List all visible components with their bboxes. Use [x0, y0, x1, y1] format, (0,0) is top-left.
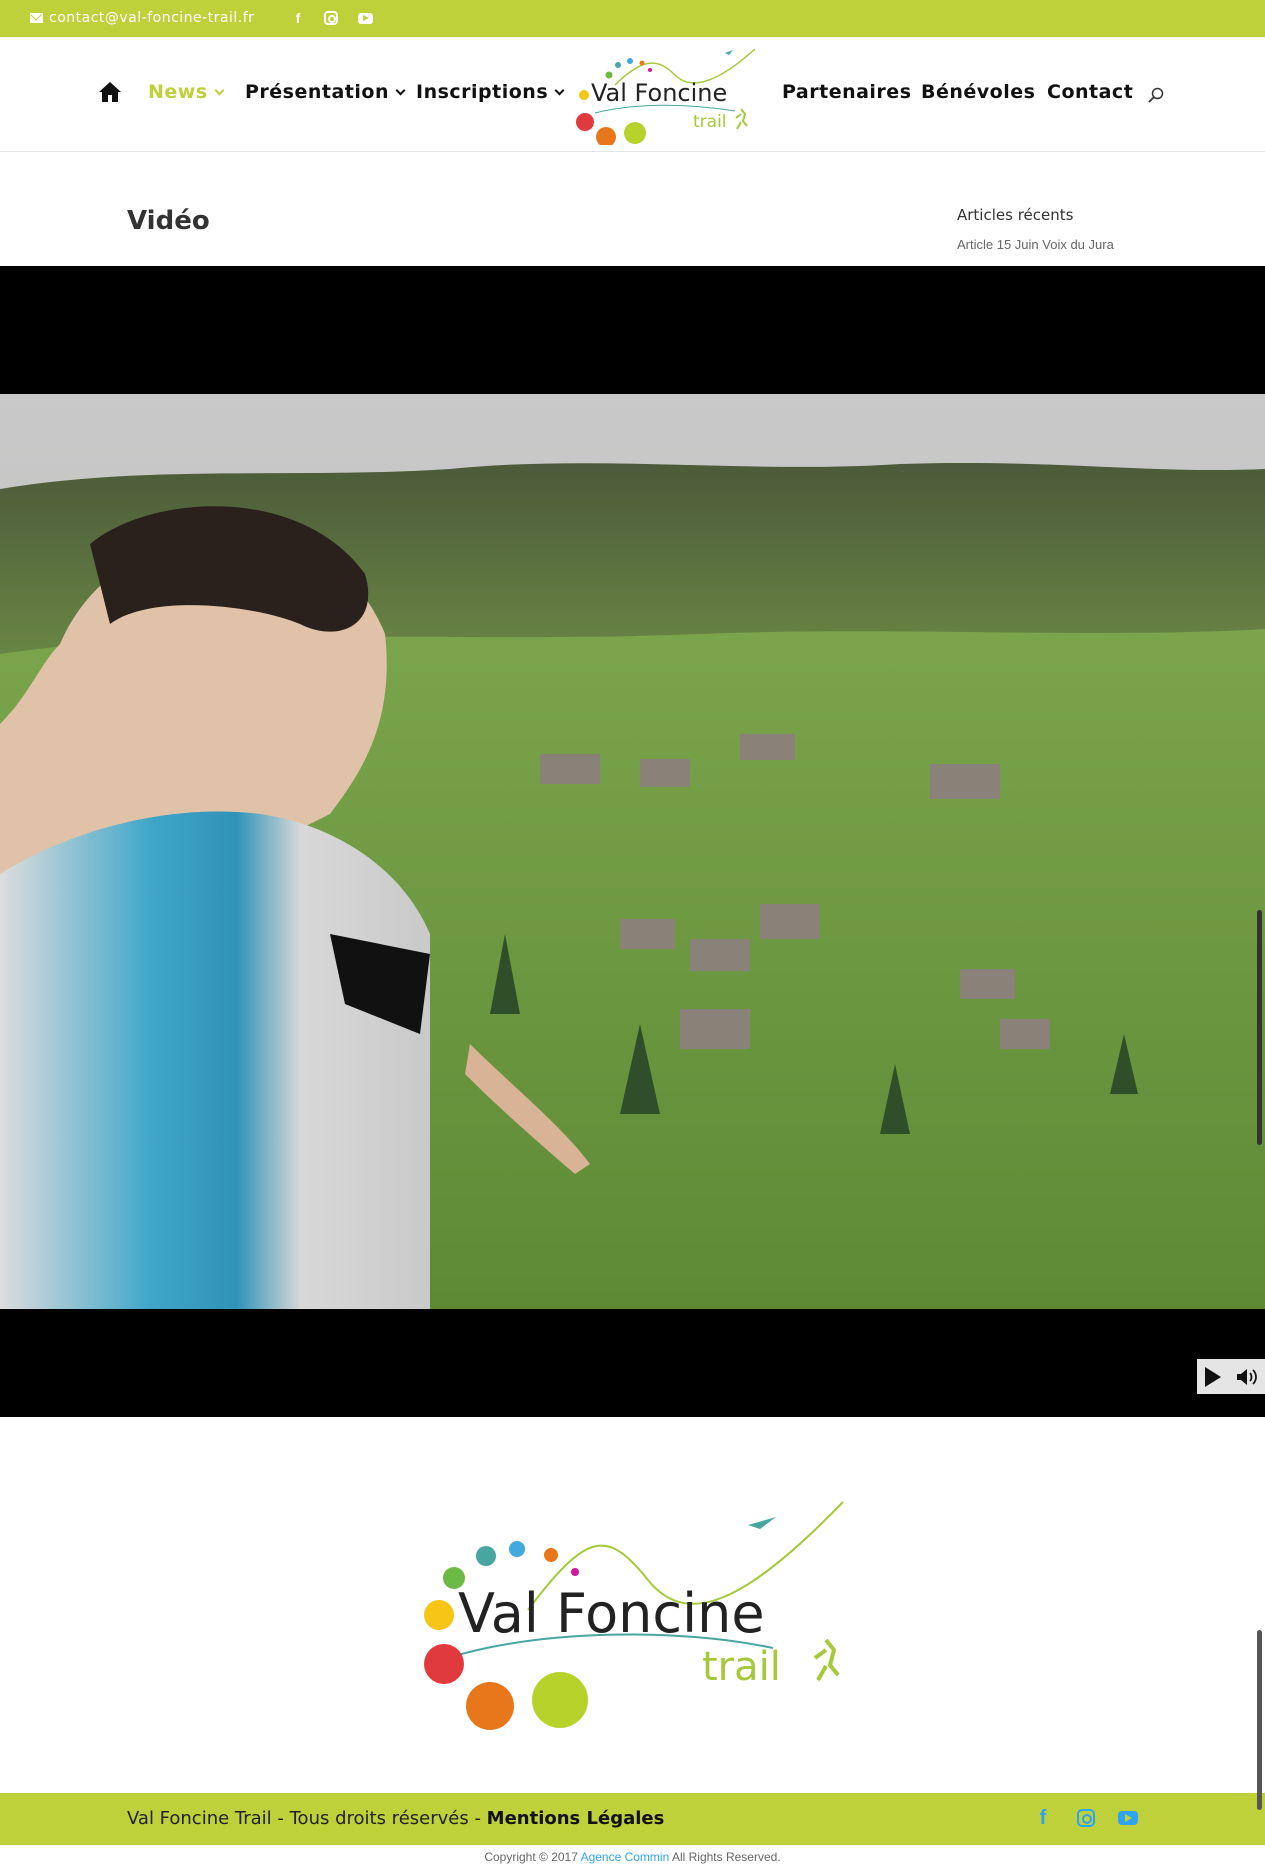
search-icon[interactable] [1148, 87, 1164, 103]
contact-email-link[interactable]: contact@val-foncine-trail.fr [30, 10, 254, 26]
top-bar: contact@val-foncine-trail.fr f [0, 0, 1265, 37]
nav-item-contact[interactable]: Contact [1047, 81, 1133, 103]
site-logo[interactable]: Val Foncine trail [575, 45, 755, 145]
nav-item-inscriptions[interactable]: Inscriptions [416, 81, 565, 103]
nav-item-benevoles[interactable]: Bénévoles [921, 81, 1035, 103]
footer-logo-subtext: trail [702, 1644, 781, 1690]
page-title: Vidéo [127, 206, 210, 236]
logo-subtext: trail [693, 112, 727, 132]
logo-text: Val Foncine [591, 79, 727, 107]
play-icon[interactable] [1204, 1366, 1221, 1387]
footer-bar: Val Foncine Trail - Tous droits réservés… [0, 1793, 1265, 1845]
youtube-icon[interactable] [357, 10, 373, 26]
sidebar-title: Articles récents [957, 206, 1074, 224]
volume-icon[interactable] [1236, 1367, 1258, 1387]
scrollbar-thumb[interactable] [1257, 1630, 1262, 1810]
instagram-icon[interactable] [1076, 1808, 1096, 1828]
facebook-icon[interactable]: f [1033, 1807, 1053, 1829]
video-player[interactable] [0, 266, 1265, 1417]
video-controls[interactable] [1197, 1359, 1265, 1394]
chevron-down-icon [554, 85, 565, 95]
scrollbar-thumb[interactable] [1257, 910, 1262, 1145]
youtube-icon[interactable] [1118, 1808, 1138, 1828]
site-header: News Présentation Inscriptions Val Fonci… [0, 37, 1265, 152]
facebook-icon[interactable]: f [290, 10, 306, 26]
mail-icon [30, 13, 43, 23]
footer-logo: Val Foncine trail [424, 1501, 844, 1730]
video-frame [0, 394, 1265, 1309]
agency-link[interactable]: Agence Commin [581, 1850, 670, 1864]
chevron-down-icon [395, 85, 406, 95]
recent-article-link[interactable]: Article 15 Juin Voix du Jura [957, 237, 1114, 252]
nav-item-presentation[interactable]: Présentation [245, 81, 406, 103]
chevron-down-icon [214, 85, 225, 95]
contact-email[interactable]: contact@val-foncine-trail.fr [49, 10, 254, 26]
rights-text: Val Foncine Trail - Tous droits réservés… [127, 1808, 487, 1829]
nav-item-partenaires[interactable]: Partenaires [782, 81, 912, 103]
home-icon[interactable] [98, 81, 122, 103]
nav-item-news[interactable]: News [148, 81, 225, 103]
legal-notice-link[interactable]: Mentions Légales [487, 1808, 665, 1829]
footer-text: Val Foncine Trail - Tous droits réservés… [127, 1808, 664, 1829]
instagram-icon[interactable] [323, 10, 339, 26]
copyright: Copyright © 2017 Agence Commin All Right… [484, 1850, 781, 1864]
